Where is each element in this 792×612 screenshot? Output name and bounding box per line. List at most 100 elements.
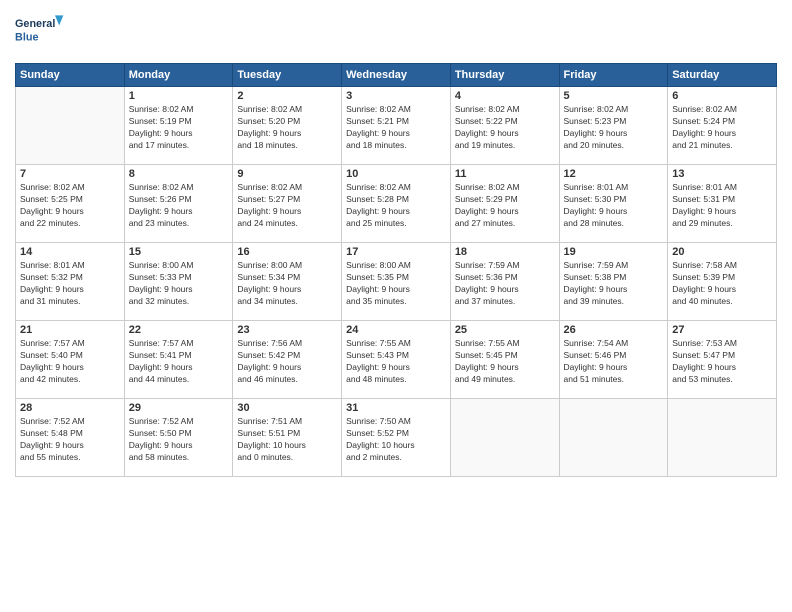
day-number: 9 [237, 168, 337, 180]
header-thursday: Thursday [450, 64, 559, 87]
day-info: Sunrise: 7:57 AMSunset: 5:40 PMDaylight:… [20, 338, 120, 386]
table-cell: 25 Sunrise: 7:55 AMSunset: 5:45 PMDayligh… [450, 321, 559, 399]
table-cell: 29 Sunrise: 7:52 AMSunset: 5:50 PMDayligh… [124, 399, 233, 477]
table-cell: 22 Sunrise: 7:57 AMSunset: 5:41 PMDayligh… [124, 321, 233, 399]
table-cell: 5 Sunrise: 8:02 AMSunset: 5:23 PMDaylight… [559, 87, 668, 165]
day-number: 13 [672, 168, 772, 180]
day-info: Sunrise: 8:02 AMSunset: 5:27 PMDaylight:… [237, 182, 337, 230]
day-info: Sunrise: 7:55 AMSunset: 5:43 PMDaylight:… [346, 338, 446, 386]
table-cell: 20 Sunrise: 7:58 AMSunset: 5:39 PMDayligh… [668, 243, 777, 321]
week-row-2: 7 Sunrise: 8:02 AMSunset: 5:25 PMDaylight… [16, 165, 777, 243]
day-number: 19 [564, 246, 664, 258]
day-info: Sunrise: 8:00 AMSunset: 5:33 PMDaylight:… [129, 260, 229, 308]
calendar-table: SundayMondayTuesdayWednesdayThursdayFrid… [15, 63, 777, 477]
day-number: 26 [564, 324, 664, 336]
table-cell: 28Sunrise: 7:52 AMSunset: 5:48 PMDayligh… [16, 399, 125, 477]
logo-svg: General Blue [15, 10, 65, 55]
day-number: 14 [20, 246, 120, 258]
day-info: Sunrise: 8:02 AMSunset: 5:23 PMDaylight:… [564, 104, 664, 152]
table-cell: 27Sunrise: 7:53 AMSunset: 5:47 PMDayligh… [668, 321, 777, 399]
header-saturday: Saturday [668, 64, 777, 87]
table-cell: 15 Sunrise: 8:00 AMSunset: 5:33 PMDayligh… [124, 243, 233, 321]
day-number: 18 [455, 246, 555, 258]
day-info: Sunrise: 7:55 AMSunset: 5:45 PMDaylight:… [455, 338, 555, 386]
table-cell: 21 Sunrise: 7:57 AMSunset: 5:40 PMDayligh… [16, 321, 125, 399]
table-cell: 12Sunrise: 8:01 AMSunset: 5:30 PMDayligh… [559, 165, 668, 243]
day-info: Sunrise: 7:57 AMSunset: 5:41 PMDaylight:… [129, 338, 229, 386]
table-cell: 3 Sunrise: 8:02 AMSunset: 5:21 PMDaylight… [342, 87, 451, 165]
table-cell: 6Sunrise: 8:02 AMSunset: 5:24 PMDaylight… [668, 87, 777, 165]
day-info: Sunrise: 7:51 AMSunset: 5:51 PMDaylight:… [237, 416, 337, 464]
week-row-5: 28Sunrise: 7:52 AMSunset: 5:48 PMDayligh… [16, 399, 777, 477]
day-number: 27 [672, 324, 772, 336]
header-tuesday: Tuesday [233, 64, 342, 87]
day-number: 21 [20, 324, 120, 336]
day-info: Sunrise: 8:02 AMSunset: 5:22 PMDaylight:… [455, 104, 555, 152]
day-info: Sunrise: 8:02 AMSunset: 5:25 PMDaylight:… [20, 182, 120, 230]
svg-text:General: General [15, 18, 55, 30]
table-cell: 18Sunrise: 7:59 AMSunset: 5:36 PMDayligh… [450, 243, 559, 321]
header-wednesday: Wednesday [342, 64, 451, 87]
day-info: Sunrise: 7:52 AMSunset: 5:48 PMDaylight:… [20, 416, 120, 464]
day-number: 29 [129, 402, 229, 414]
day-number: 24 [346, 324, 446, 336]
day-info: Sunrise: 7:50 AMSunset: 5:52 PMDaylight:… [346, 416, 446, 464]
week-row-3: 14 Sunrise: 8:01 AMSunset: 5:32 PMDayligh… [16, 243, 777, 321]
day-number: 3 [346, 90, 446, 102]
header-row: SundayMondayTuesdayWednesdayThursdayFrid… [16, 64, 777, 87]
day-number: 16 [237, 246, 337, 258]
day-number: 25 [455, 324, 555, 336]
day-number: 8 [129, 168, 229, 180]
day-number: 7 [20, 168, 120, 180]
day-number: 31 [346, 402, 446, 414]
table-cell [559, 399, 668, 477]
table-cell: 17 Sunrise: 8:00 AMSunset: 5:35 PMDayligh… [342, 243, 451, 321]
day-number: 30 [237, 402, 337, 414]
week-row-4: 21 Sunrise: 7:57 AMSunset: 5:40 PMDayligh… [16, 321, 777, 399]
table-cell [16, 87, 125, 165]
table-cell: 9 Sunrise: 8:02 AMSunset: 5:27 PMDaylight… [233, 165, 342, 243]
day-info: Sunrise: 8:02 AMSunset: 5:26 PMDaylight:… [129, 182, 229, 230]
table-cell: 8 Sunrise: 8:02 AMSunset: 5:26 PMDaylight… [124, 165, 233, 243]
main-container: General Blue SundayMondayTuesdayWednesda… [0, 0, 792, 487]
table-cell: 1 Sunrise: 8:02 AMSunset: 5:19 PMDaylight… [124, 87, 233, 165]
table-cell: 14 Sunrise: 8:01 AMSunset: 5:32 PMDayligh… [16, 243, 125, 321]
header-friday: Friday [559, 64, 668, 87]
day-info: Sunrise: 7:52 AMSunset: 5:50 PMDaylight:… [129, 416, 229, 464]
day-number: 10 [346, 168, 446, 180]
table-cell: 4Sunrise: 8:02 AMSunset: 5:22 PMDaylight… [450, 87, 559, 165]
day-info: Sunrise: 7:59 AMSunset: 5:38 PMDaylight:… [564, 260, 664, 308]
day-info: Sunrise: 8:00 AMSunset: 5:34 PMDaylight:… [237, 260, 337, 308]
day-number: 22 [129, 324, 229, 336]
day-number: 15 [129, 246, 229, 258]
table-cell: 23Sunrise: 7:56 AMSunset: 5:42 PMDayligh… [233, 321, 342, 399]
day-number: 12 [564, 168, 664, 180]
day-info: Sunrise: 7:54 AMSunset: 5:46 PMDaylight:… [564, 338, 664, 386]
day-info: Sunrise: 8:02 AMSunset: 5:24 PMDaylight:… [672, 104, 772, 152]
day-info: Sunrise: 8:01 AMSunset: 5:32 PMDaylight:… [20, 260, 120, 308]
day-info: Sunrise: 8:02 AMSunset: 5:21 PMDaylight:… [346, 104, 446, 152]
day-number: 17 [346, 246, 446, 258]
table-cell: 11 Sunrise: 8:02 AMSunset: 5:29 PMDayligh… [450, 165, 559, 243]
table-cell: 24 Sunrise: 7:55 AMSunset: 5:43 PMDayligh… [342, 321, 451, 399]
day-number: 5 [564, 90, 664, 102]
day-number: 2 [237, 90, 337, 102]
table-cell: 31 Sunrise: 7:50 AMSunset: 5:52 PMDayligh… [342, 399, 451, 477]
day-number: 20 [672, 246, 772, 258]
day-info: Sunrise: 7:58 AMSunset: 5:39 PMDaylight:… [672, 260, 772, 308]
header: General Blue [15, 10, 777, 55]
week-row-1: 1 Sunrise: 8:02 AMSunset: 5:19 PMDaylight… [16, 87, 777, 165]
day-number: 1 [129, 90, 229, 102]
day-info: Sunrise: 7:56 AMSunset: 5:42 PMDaylight:… [237, 338, 337, 386]
day-info: Sunrise: 8:02 AMSunset: 5:19 PMDaylight:… [129, 104, 229, 152]
table-cell: 13Sunrise: 8:01 AMSunset: 5:31 PMDayligh… [668, 165, 777, 243]
table-cell: 10Sunrise: 8:02 AMSunset: 5:28 PMDayligh… [342, 165, 451, 243]
table-cell: 30 Sunrise: 7:51 AMSunset: 5:51 PMDayligh… [233, 399, 342, 477]
day-info: Sunrise: 8:02 AMSunset: 5:29 PMDaylight:… [455, 182, 555, 230]
day-number: 11 [455, 168, 555, 180]
day-info: Sunrise: 8:00 AMSunset: 5:35 PMDaylight:… [346, 260, 446, 308]
table-cell [450, 399, 559, 477]
header-monday: Monday [124, 64, 233, 87]
table-cell: 19 Sunrise: 7:59 AMSunset: 5:38 PMDayligh… [559, 243, 668, 321]
logo: General Blue [15, 10, 65, 55]
